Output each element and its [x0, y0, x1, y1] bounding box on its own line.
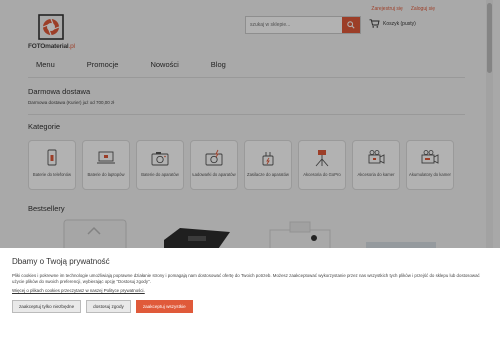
category-camcorder-accessories[interactable]: Akcesoria do kamer [352, 140, 400, 190]
category-camcorder-batteries[interactable]: Akumulatory do kamer [406, 140, 454, 190]
category-laptop-batteries[interactable]: Baterie do laptopów [82, 140, 130, 190]
search-input[interactable] [246, 17, 342, 33]
nav-item-new[interactable]: Nowości [142, 60, 186, 69]
categories-title: Kategorie [28, 122, 61, 131]
accept-necessary-button[interactable]: zaakceptuj tylko niezbędne [12, 300, 82, 313]
category-camera-batteries[interactable]: Baterie do aparatów [136, 140, 184, 190]
product-image[interactable] [150, 218, 240, 252]
cookie-consent-panel: Dbamy o Twoją prywatność Pliki cookies i… [0, 248, 500, 348]
logo-text: FOTOmaterial.pl [28, 43, 75, 50]
product-image[interactable] [58, 218, 138, 252]
product-image[interactable] [262, 218, 342, 252]
category-camera-chargers[interactable]: Ładowarki do aparatów [190, 140, 238, 190]
cookie-text: Pliki cookies i pokrewne im technologie … [12, 273, 480, 284]
cookie-title: Dbamy o Twoją prywatność [12, 257, 110, 266]
account-links: Zarejestruj się Zaloguj się [371, 6, 435, 12]
cookie-buttons: zaakceptuj tylko niezbędne dostosuj zgod… [12, 300, 193, 313]
phone-icon [47, 149, 57, 166]
laptop-icon [97, 151, 115, 164]
register-link[interactable]: Zarejestruj się [371, 6, 402, 12]
nav-item-blog[interactable]: Blog [203, 60, 234, 69]
login-link[interactable]: Zaloguj się [411, 6, 435, 12]
privacy-policy-link[interactable]: Więcej o plikach cookies przeczytasz w n… [12, 288, 145, 293]
bestsellers-title: Bestsellery [28, 204, 65, 213]
category-tiles: Baterie do telefonów Baterie do laptopów… [28, 140, 454, 190]
nav-item-promotions[interactable]: Promocje [79, 60, 127, 69]
aperture-logo-icon [38, 14, 64, 40]
divider [28, 114, 465, 115]
category-phone-batteries[interactable]: Baterie do telefonów [28, 140, 76, 190]
main-nav: Menu Promocje Nowości Blog [28, 60, 234, 69]
accept-all-button[interactable]: zaakceptuj wszystkie [135, 300, 193, 313]
product-image[interactable] [362, 218, 442, 252]
divider [28, 77, 465, 78]
customize-consents-button[interactable]: dostosuj zgody [86, 300, 131, 313]
shipping-title: Darmowa dostawa [28, 87, 91, 96]
category-camera-power-adapters[interactable]: Zasilacze do aparatów [244, 140, 292, 190]
cart-icon [369, 19, 380, 28]
camera-icon [151, 152, 169, 166]
search-button[interactable] [342, 17, 360, 33]
camcorder-battery-icon [421, 150, 439, 164]
store-logo[interactable]: FOTOmaterial.pl [28, 14, 78, 54]
category-gopro-accessories[interactable]: Akcesoria do GoPro [298, 140, 346, 190]
cart-button[interactable]: Koszyk (pusty) [369, 19, 416, 28]
search-icon [347, 21, 355, 29]
shipping-text: Darmowa dostawa (Kurier) już od 700,00 z… [28, 100, 115, 105]
video-camera-icon [368, 150, 385, 164]
search-bar [245, 16, 361, 34]
cart-label: Koszyk (pusty) [383, 20, 416, 27]
power-adapter-icon [262, 152, 274, 166]
gopro-tripod-icon [315, 150, 329, 167]
charger-icon [205, 149, 223, 166]
nav-item-menu[interactable]: Menu [28, 60, 63, 69]
